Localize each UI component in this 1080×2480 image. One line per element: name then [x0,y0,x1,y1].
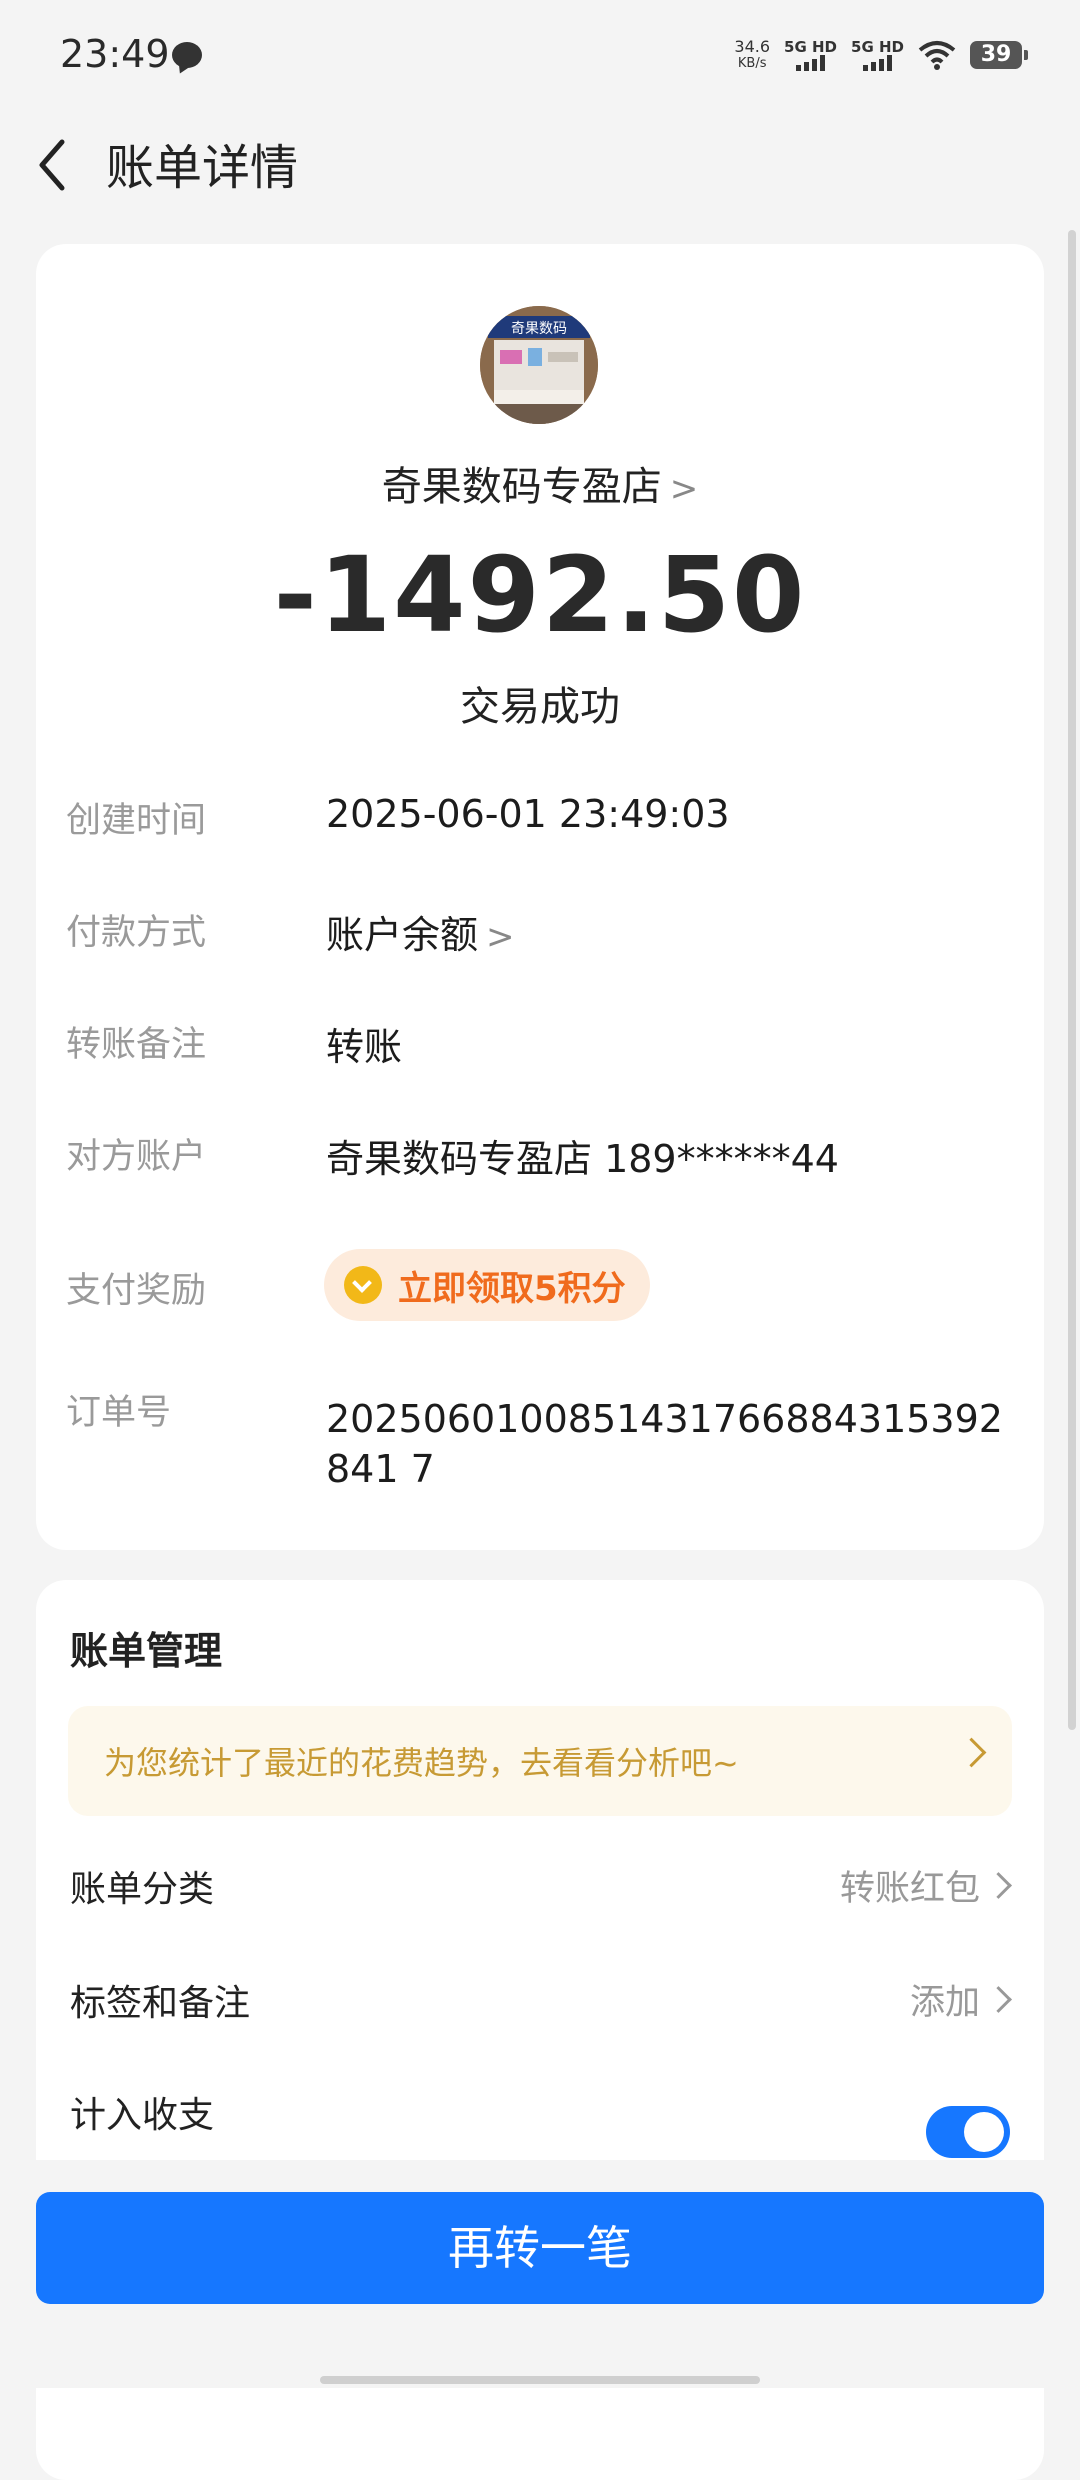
include-in-stats-toggle[interactable] [926,2106,1010,2158]
storefront-image: 奇果数码 [480,306,598,424]
back-arrow-icon[interactable] [30,130,74,200]
page-title: 账单详情 [106,140,299,196]
transaction-card: 奇果数码 奇果数码专盈店 > -1492.50 交易成功 创建时间 2025-06… [36,244,1044,1550]
payment-method-link[interactable]: 账户余额 > [326,904,515,959]
sim1-label: 5G HD [784,38,838,56]
order-number-value: 2025060100851431766884315392841 7 [326,1397,1003,1491]
order-number-label: 订单号 [66,1393,172,1433]
app-header: 账单详情 [0,110,1080,240]
sim2-signal-icon: 5G HD [851,39,904,71]
spending-trend-text: 为您统计了最近的花费趋势，去看看分析吧~ [104,1744,739,1782]
created-time-label: 创建时间 [66,801,207,841]
bill-management-title: 账单管理 [70,1629,223,1673]
battery-icon: 39 [970,41,1028,69]
scrollbar[interactable] [1068,230,1076,1730]
chevron-right-icon [985,1872,1012,1899]
claim-points-text: 立即领取5积分 [398,1268,626,1309]
transaction-status: 交易成功 [460,684,620,730]
include-in-stats-label: 计入收支 [70,2095,215,2136]
chevron-right-icon [956,1737,987,1768]
bottom-action-bar: 再转一笔 [0,2160,1080,2388]
avatar-sign-text: 奇果数码 [511,320,567,337]
claim-points-button[interactable]: 立即领取5积分 [324,1249,650,1321]
status-indicators: 34.6 KB/s 5G HD 5G HD 39 [734,38,1028,72]
remark-label: 转账备注 [66,1025,207,1065]
network-speed: 34.6 KB/s [734,38,770,72]
network-speed-unit: KB/s [737,56,767,71]
counterparty-label: 对方账户 [66,1137,207,1177]
tags-notes-add[interactable]: 添加 [910,1974,980,2025]
transaction-amount: -1492.50 [273,534,807,656]
message-notification-icon [172,42,202,68]
status-bar: 23:49 34.6 KB/s 5G HD 5G HD 39 [0,0,1080,110]
tags-notes-label: 标签和备注 [70,1983,251,2024]
sim1-signal-icon: 5G HD [784,39,837,71]
merchant-avatar[interactable]: 奇果数码 [480,306,598,424]
counterparty-value: 奇果数码专盈店 189******44 [326,1137,839,1181]
chevron-right-icon [985,1986,1012,2013]
merchant-name-link[interactable]: 奇果数码专盈店 > [36,454,1044,512]
merchant-name: 奇果数码专盈店 [381,464,662,510]
sim2-label: 5G HD [851,38,904,56]
payment-method-value: 账户余额 [326,913,479,957]
remark-value: 转账 [326,1025,403,1069]
wifi-icon [918,41,956,70]
points-coin-icon [344,1266,382,1304]
network-speed-value: 34.6 [734,37,771,56]
home-indicator[interactable] [320,2376,760,2384]
spending-trend-banner[interactable]: 为您统计了最近的花费趋势，去看看分析吧~ [68,1706,1012,1816]
chevron-right-icon: > [669,469,699,509]
reward-label: 支付奖励 [66,1271,207,1311]
status-time: 23:49 [60,32,170,76]
bill-category-value[interactable]: 转账红包 [840,1860,980,1911]
created-time-value: 2025-06-01 23:49:03 [326,792,730,836]
chevron-right-icon: > [486,917,515,957]
payment-method-label: 付款方式 [66,913,207,953]
transfer-again-button[interactable]: 再转一笔 [36,2192,1044,2304]
bill-category-label: 账单分类 [70,1869,215,1910]
